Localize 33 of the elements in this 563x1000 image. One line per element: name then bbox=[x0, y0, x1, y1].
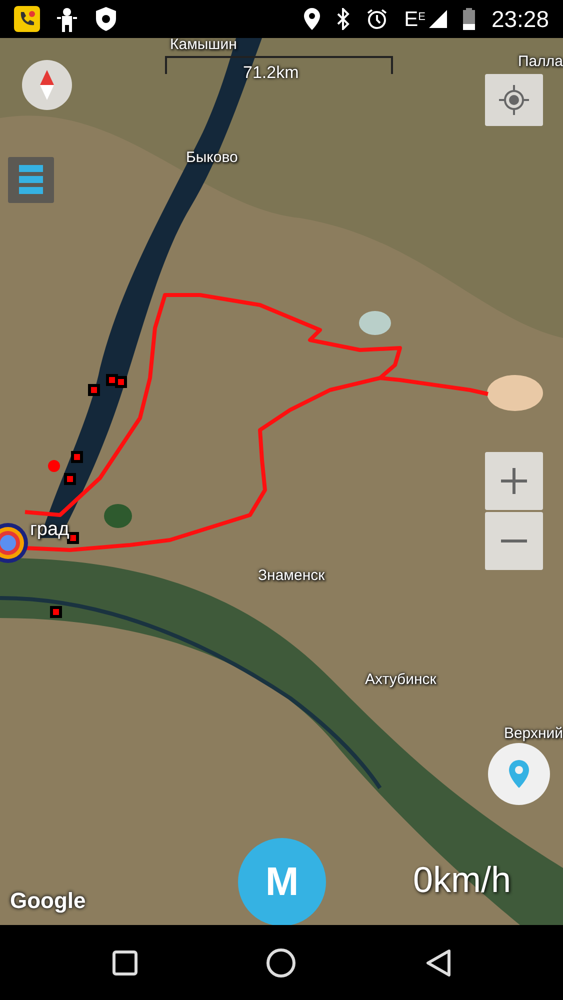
shield-icon bbox=[94, 6, 118, 32]
crosshair-icon bbox=[499, 85, 529, 115]
square-icon bbox=[112, 950, 138, 976]
place-label: Быково bbox=[186, 150, 238, 166]
signal-icon bbox=[429, 10, 448, 28]
zoom-in-button[interactable] bbox=[485, 452, 543, 510]
my-location-button[interactable] bbox=[485, 74, 543, 126]
place-label: град bbox=[30, 520, 70, 541]
figure-icon bbox=[56, 6, 78, 32]
alarm-icon bbox=[366, 8, 388, 30]
place-label: Знаменск bbox=[258, 568, 325, 584]
triangle-icon bbox=[424, 948, 451, 978]
circle-icon bbox=[266, 948, 296, 978]
map-attribution: Google bbox=[10, 887, 86, 915]
phone-app-icon bbox=[14, 6, 40, 32]
speed-readout: 0km/h bbox=[413, 858, 512, 902]
compass-arrow-icon bbox=[40, 70, 54, 100]
current-location-icon bbox=[0, 523, 28, 563]
place-label: Ахтубинск bbox=[365, 672, 436, 688]
zoom-out-button[interactable] bbox=[485, 512, 543, 570]
minus-icon bbox=[501, 539, 527, 543]
place-label: Верхний bbox=[504, 726, 563, 742]
battery-icon bbox=[463, 8, 476, 30]
bluetooth-icon bbox=[336, 8, 350, 30]
clock: 23:28 bbox=[491, 4, 549, 34]
place-label: Палла bbox=[518, 54, 563, 70]
network-type: E$^{E}$ bbox=[404, 8, 426, 30]
satellite-map[interactable] bbox=[0, 38, 563, 925]
menu-icon bbox=[19, 165, 43, 195]
location-icon bbox=[304, 8, 320, 30]
map-pin-icon bbox=[509, 760, 529, 788]
plus-icon bbox=[501, 468, 527, 494]
menu-button[interactable] bbox=[8, 157, 54, 203]
